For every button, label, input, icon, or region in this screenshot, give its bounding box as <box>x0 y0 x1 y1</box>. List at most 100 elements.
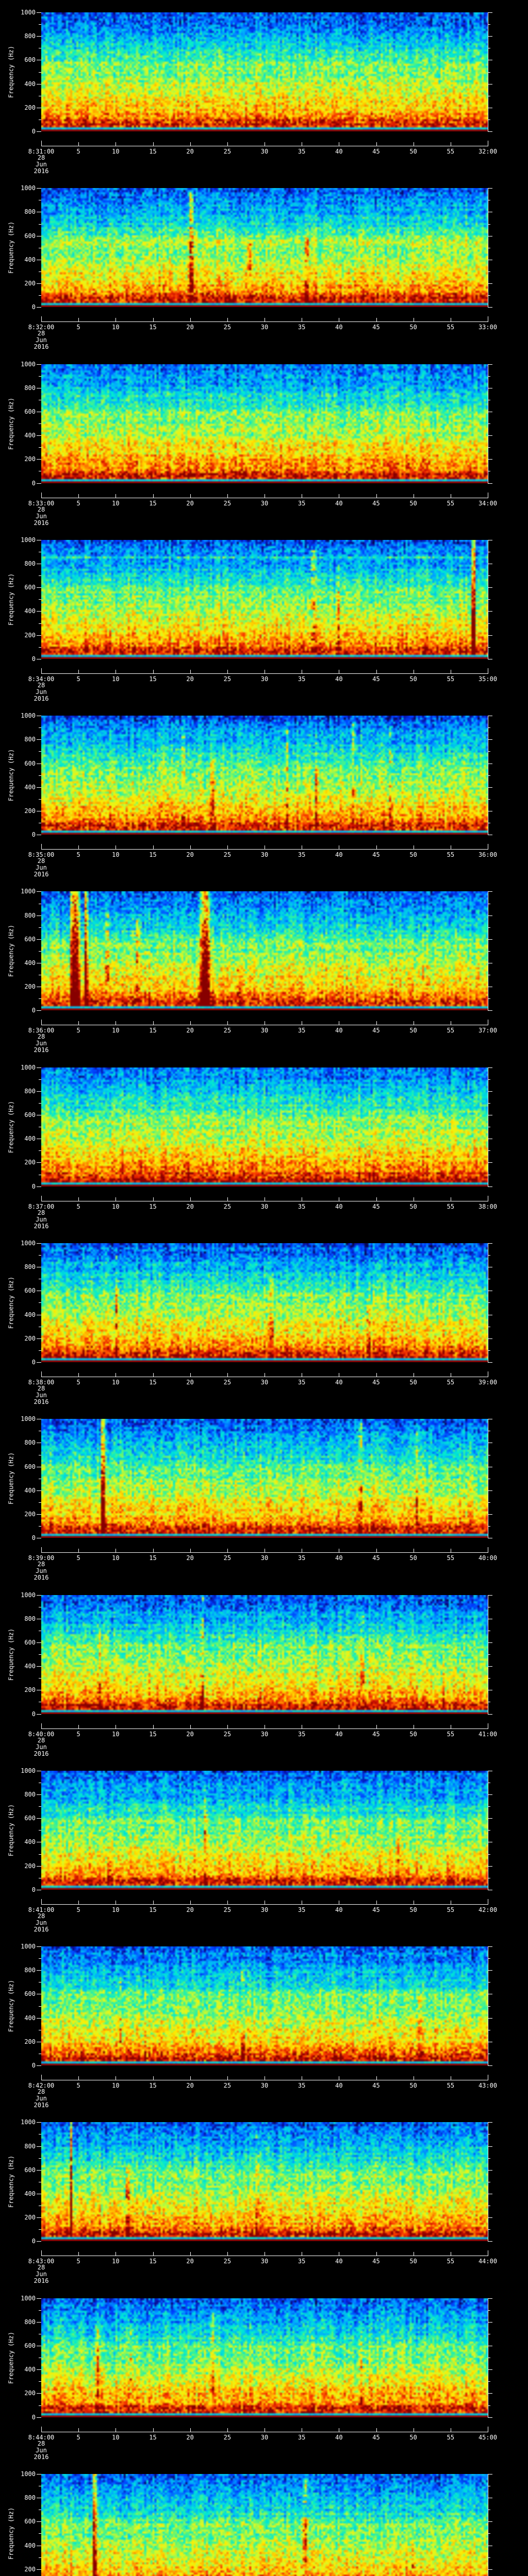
y-major-tick <box>488 1243 492 1244</box>
x-tick <box>78 845 79 850</box>
spectrogram-heatmap <box>41 2122 488 2242</box>
x-tick <box>227 142 228 146</box>
y-tick-label: 600 <box>24 759 36 767</box>
y-major-tick <box>37 1010 41 1011</box>
date-line: Jun <box>36 1215 47 1223</box>
x-tick <box>41 844 42 850</box>
y-minor-tick <box>39 1854 41 1855</box>
date-line: 2016 <box>34 1046 49 1054</box>
x-tick <box>41 2075 42 2080</box>
y-minor-tick <box>39 1103 41 1104</box>
y-tick-label: 400 <box>24 80 36 88</box>
y-tick-label: 200 <box>24 104 36 111</box>
y-major-tick <box>488 1642 492 1643</box>
y-major-tick <box>488 1514 492 1515</box>
y-tick-label: 200 <box>24 2389 36 2397</box>
y-minor-tick <box>488 1654 490 1655</box>
x-tick <box>78 1549 79 1553</box>
spectrogram-heatmap <box>41 539 488 659</box>
x-tick <box>190 318 191 322</box>
y-tick-label: 600 <box>24 408 36 415</box>
y-major-tick <box>488 2217 492 2218</box>
y-major-tick <box>37 1490 41 1491</box>
y-major-tick <box>488 2146 492 2147</box>
x-axis-line <box>41 321 488 323</box>
y-tick-label: 400 <box>24 2541 36 2549</box>
y-tick-label: 1000 <box>21 9 36 16</box>
x-tick <box>41 1195 42 1201</box>
y-major-tick <box>488 1067 492 1068</box>
y-minor-tick <box>39 24 41 25</box>
x-tick <box>153 142 154 146</box>
y-tick-label: 200 <box>24 455 36 463</box>
x-end-time-label: 40:00 <box>478 1554 498 1562</box>
spectrogram-heatmap <box>41 891 488 1011</box>
y-major-tick <box>37 1818 41 1819</box>
spectrogram-panel: Frequency (Hz) 0 200 400 600 800 1000 8:44:00… <box>0 2285 528 2462</box>
x-tick <box>227 1549 228 1553</box>
x-tick <box>190 845 191 850</box>
x-tick <box>376 2076 377 2080</box>
y-major-tick <box>488 2473 492 2475</box>
y-minor-tick <box>488 72 490 73</box>
spectrogram-panel: Frequency (Hz) 0 200 400 600 800 1000 8:41:00… <box>0 1758 528 1935</box>
x-tick <box>227 669 228 673</box>
y-major-tick <box>488 739 492 740</box>
y-tick-label: 600 <box>24 232 36 240</box>
x-tick <box>376 1197 377 1201</box>
y-minor-tick <box>488 2381 490 2382</box>
y-major-tick <box>37 635 41 636</box>
spectrogram-heatmap <box>41 12 488 131</box>
y-major-tick <box>488 1714 492 1715</box>
y-major-tick <box>488 2393 492 2394</box>
y-tick-label: 400 <box>24 256 36 263</box>
y-minor-tick <box>488 2533 490 2534</box>
x-tick <box>41 141 42 146</box>
x-tick <box>376 1724 377 1728</box>
x-tick <box>153 1372 154 1377</box>
spectrogram-panel: Frequency (Hz) 0 200 400 600 800 1000 8:38:00… <box>0 1230 528 1407</box>
y-major-tick <box>37 587 41 588</box>
date-line: 2016 <box>34 167 49 175</box>
date-line: Jun <box>36 1743 47 1751</box>
x-tick <box>376 845 377 850</box>
y-major-tick <box>488 364 492 365</box>
y-tick-label: 200 <box>24 1159 36 1166</box>
date-line: 2016 <box>34 694 49 702</box>
date-line: 2016 <box>34 871 49 878</box>
y-major-tick <box>37 1338 41 1339</box>
date-line: 28 <box>37 1736 45 1744</box>
y-major-tick <box>488 1091 492 1092</box>
x-axis-line <box>41 1904 488 1905</box>
y-tick-label: 800 <box>24 1615 36 1622</box>
x-end-time-label: 38:00 <box>478 1202 498 1210</box>
x-tick <box>227 494 228 498</box>
date-line: Jun <box>36 2446 47 2454</box>
y-major-tick <box>37 283 41 284</box>
x-tick <box>376 2428 377 2432</box>
y-major-tick <box>37 2298 41 2299</box>
y-major-tick <box>488 1794 492 1795</box>
y-minor-tick <box>488 295 490 296</box>
y-major-tick <box>488 2521 492 2522</box>
x-axis-line <box>41 849 488 850</box>
y-major-tick <box>37 2369 41 2370</box>
y-minor-tick <box>488 2006 490 2007</box>
y-major-tick <box>37 1362 41 1363</box>
y-tick-label: 400 <box>24 1486 36 1494</box>
y-tick-label: 0 <box>31 2413 36 2421</box>
y-minor-tick <box>488 2158 490 2159</box>
y-tick-label: 600 <box>24 2166 36 2174</box>
spectrogram-panel: Frequency (Hz) 0 200 400 600 800 1000 8:42:00… <box>0 1934 528 2110</box>
y-major-tick <box>488 2170 492 2171</box>
date-line: 28 <box>37 1209 45 1216</box>
y-tick-label: 1000 <box>21 184 36 192</box>
y-major-tick <box>37 12 41 13</box>
y-tick-label: 0 <box>31 1886 36 1893</box>
y-major-tick <box>37 2018 41 2019</box>
x-end-time-label: 42:00 <box>478 1906 498 1913</box>
y-major-tick <box>37 787 41 788</box>
y-major-tick <box>37 939 41 940</box>
y-minor-tick <box>488 1526 490 1527</box>
y-minor-tick <box>39 224 41 225</box>
